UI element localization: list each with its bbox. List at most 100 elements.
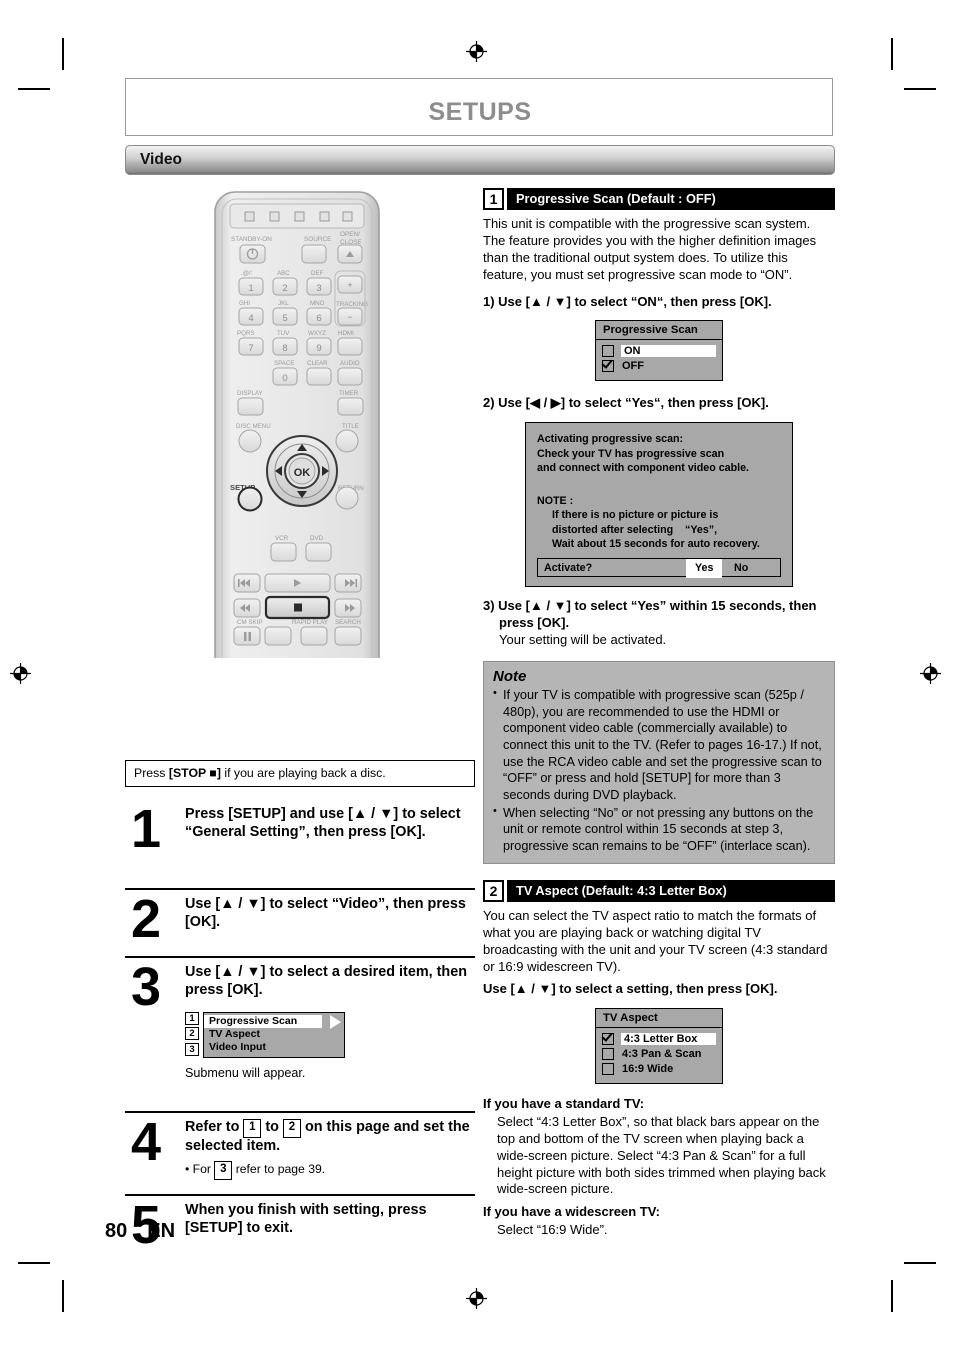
- section-bar: Video: [125, 145, 835, 175]
- crop-mark-bottom-left-vertical: [62, 1280, 64, 1312]
- svg-text:DISC MENU: DISC MENU: [236, 423, 271, 430]
- step-2-text: Use [▲ / ▼] to select “Video”, then pres…: [185, 896, 466, 930]
- section-bar-label: Video: [140, 151, 182, 168]
- section-1-step3-line-2: press [OK].: [499, 615, 570, 631]
- tv-aspect-option-panscan[interactable]: 4:3 Pan & Scan: [602, 1047, 716, 1061]
- svg-text:TUV: TUV: [277, 330, 290, 337]
- checkbox-checked-icon[interactable]: [602, 360, 614, 373]
- dialog-note-line-3: Wait about 15 seconds for auto recovery.: [552, 537, 760, 550]
- svg-text:SEARCH: SEARCH: [335, 619, 361, 626]
- step-4-text-a: Refer to: [185, 1119, 244, 1135]
- step-1-text: Press [SETUP] and use [▲ / ▼] to select …: [185, 806, 461, 840]
- step-3-number: 3: [131, 957, 162, 1017]
- stop-note-suffix: if you are playing back a disc.: [220, 766, 386, 780]
- dialog-action-bar: Activate? Yes No: [537, 558, 781, 578]
- step-3-after-text: Submenu will appear.: [185, 1065, 306, 1080]
- right-arrow-icon: [330, 1014, 341, 1029]
- svg-text:3: 3: [316, 283, 321, 294]
- section-2-body: You can select the TV aspect ratio to ma…: [483, 908, 828, 975]
- dialog-note-line-1: If there is no picture or picture is: [552, 509, 719, 522]
- note-item-1: If your TV is compatible with progressiv…: [493, 686, 825, 803]
- svg-text:0: 0: [282, 373, 287, 384]
- svg-text:TRACKING: TRACKING: [336, 301, 368, 308]
- crop-mark-top-right-horizontal: [904, 88, 936, 90]
- svg-text:1: 1: [248, 283, 253, 294]
- svg-text:TITLE: TITLE: [342, 423, 359, 430]
- checkbox-unchecked-icon[interactable]: [602, 345, 614, 358]
- video-submenu-item-progressive-scan[interactable]: Progressive Scan: [204, 1014, 322, 1028]
- svg-text:DEF: DEF: [311, 270, 324, 277]
- step-1-number: 1: [131, 799, 162, 859]
- video-submenu-badge-2: 2: [185, 1027, 199, 1041]
- step-4: 4 Refer to 1 to 2 on this page and set t…: [125, 1111, 475, 1188]
- note-box-title: Note: [493, 668, 527, 686]
- video-submenu-item-video-input[interactable]: Video Input: [204, 1041, 344, 1054]
- step-5: 5 When you finish with setting, press [S…: [125, 1194, 475, 1252]
- step-4-text-b: to: [261, 1119, 283, 1135]
- section-1-body: This unit is compatible with the progres…: [483, 216, 817, 282]
- tv-aspect-osd[interactable]: TV Aspect 4:3 Letter Box 4:3 Pan & Scan …: [595, 1007, 723, 1084]
- video-submenu-badges: 1 2 3: [185, 1011, 199, 1059]
- video-submenu-box: Progressive Scan TV Aspect Video Input: [203, 1011, 345, 1058]
- tv-aspect-option-panscan-label: 4:3 Pan & Scan: [622, 1047, 702, 1060]
- svg-text:8: 8: [282, 343, 287, 354]
- tv-aspect-option-letterbox[interactable]: 4:3 Letter Box: [602, 1032, 716, 1046]
- tv-aspect-option-wide-label: 16:9 Wide: [622, 1062, 674, 1075]
- checkbox-checked-icon[interactable]: [602, 1032, 614, 1045]
- dialog-note-line-2: distorted after selecting “Yes”,: [552, 523, 718, 536]
- progressive-scan-option-on[interactable]: ON: [602, 344, 716, 358]
- page-title: SETUPS: [428, 98, 532, 126]
- section-1-step2: 2) Use [◀ / ▶] to select “Yes“, then pre…: [483, 395, 769, 411]
- progressive-scan-option-on-label: ON: [621, 345, 716, 358]
- svg-text:RAPID PLAY: RAPID PLAY: [292, 619, 328, 626]
- note-box: Note If your TV is compatible with progr…: [483, 661, 835, 865]
- svg-text:4: 4: [248, 313, 253, 324]
- video-submenu-badge-3: 3: [185, 1042, 199, 1056]
- video-submenu-item-tv-aspect[interactable]: TV Aspect: [204, 1028, 344, 1041]
- svg-text:OPEN/: OPEN/: [340, 231, 360, 238]
- dialog-no-button[interactable]: No: [734, 561, 748, 575]
- crop-mark-top-left-horizontal: [18, 88, 50, 90]
- crop-mark-bottom-left-horizontal: [18, 1262, 50, 1264]
- video-submenu-badge-1: 1: [185, 1011, 199, 1025]
- section-2-instruction: Use [▲ / ▼] to select a setting, then pr…: [483, 981, 778, 997]
- section-1-header: 1 Progressive Scan (Default : OFF): [483, 188, 835, 210]
- checkbox-unchecked-icon[interactable]: [602, 1047, 614, 1060]
- section-1-step1: 1) Use [▲ / ▼] to select “ON“, then pres…: [483, 293, 772, 309]
- section-2-number: 2: [483, 880, 504, 903]
- svg-text:SPACE: SPACE: [274, 360, 295, 367]
- registration-mark-left: [10, 663, 31, 684]
- svg-text:OK: OK: [294, 467, 311, 479]
- step-4-sub-a: • For: [185, 1162, 215, 1177]
- svg-text:5: 5: [282, 313, 287, 324]
- tv-aspect-osd-title: TV Aspect: [596, 1009, 722, 1028]
- progressive-scan-osd[interactable]: Progressive Scan ON OFF: [595, 320, 723, 382]
- checkbox-unchecked-icon[interactable]: [602, 1062, 614, 1075]
- dialog-yes-button[interactable]: Yes: [686, 559, 723, 578]
- dialog-activate-prompt: Activate?: [544, 562, 593, 575]
- registration-mark-top: [466, 41, 487, 62]
- step-5-text: When you finish with setting, press [SET…: [185, 1202, 427, 1236]
- step-3-text: Use [▲ / ▼] to select a desired item, th…: [185, 964, 467, 998]
- dialog-note-label: NOTE :: [537, 494, 574, 507]
- video-submenu[interactable]: 1 2 3 Progressive Scan TV Aspect Video I…: [185, 1011, 345, 1059]
- step-2-number: 2: [131, 889, 162, 949]
- step-4-badge-3: 3: [214, 1161, 233, 1180]
- svg-text:2: 2: [282, 283, 287, 294]
- progressive-scan-osd-title: Progressive Scan: [596, 321, 722, 341]
- section-2-header: 2 TV Aspect (Default: 4:3 Letter Box): [483, 880, 835, 903]
- svg-text:−: −: [347, 312, 352, 322]
- dialog-line-1: Activating progressive scan:: [537, 433, 684, 446]
- svg-text:+: +: [347, 280, 352, 290]
- dialog-line-3: and connect with component video cable.: [537, 462, 749, 475]
- svg-text:DISPLAY: DISPLAY: [237, 390, 263, 397]
- crop-mark-top-right-vertical: [891, 38, 893, 70]
- tv-aspect-option-wide[interactable]: 16:9 Wide: [602, 1062, 716, 1076]
- progressive-scan-option-off[interactable]: OFF: [602, 359, 716, 373]
- tv-aspect-osd-rows: 4:3 Letter Box 4:3 Pan & Scan 16:9 Wide: [596, 1028, 722, 1083]
- svg-text:STANDBY-ON: STANDBY-ON: [231, 236, 272, 243]
- svg-text:6: 6: [316, 313, 321, 324]
- stop-note-key: [STOP ■]: [168, 766, 221, 780]
- svg-text:CLEAR: CLEAR: [307, 360, 328, 367]
- page-frame: SETUPS Video STANDBY-ON SOURCE OPEN/ CLO…: [125, 78, 835, 1268]
